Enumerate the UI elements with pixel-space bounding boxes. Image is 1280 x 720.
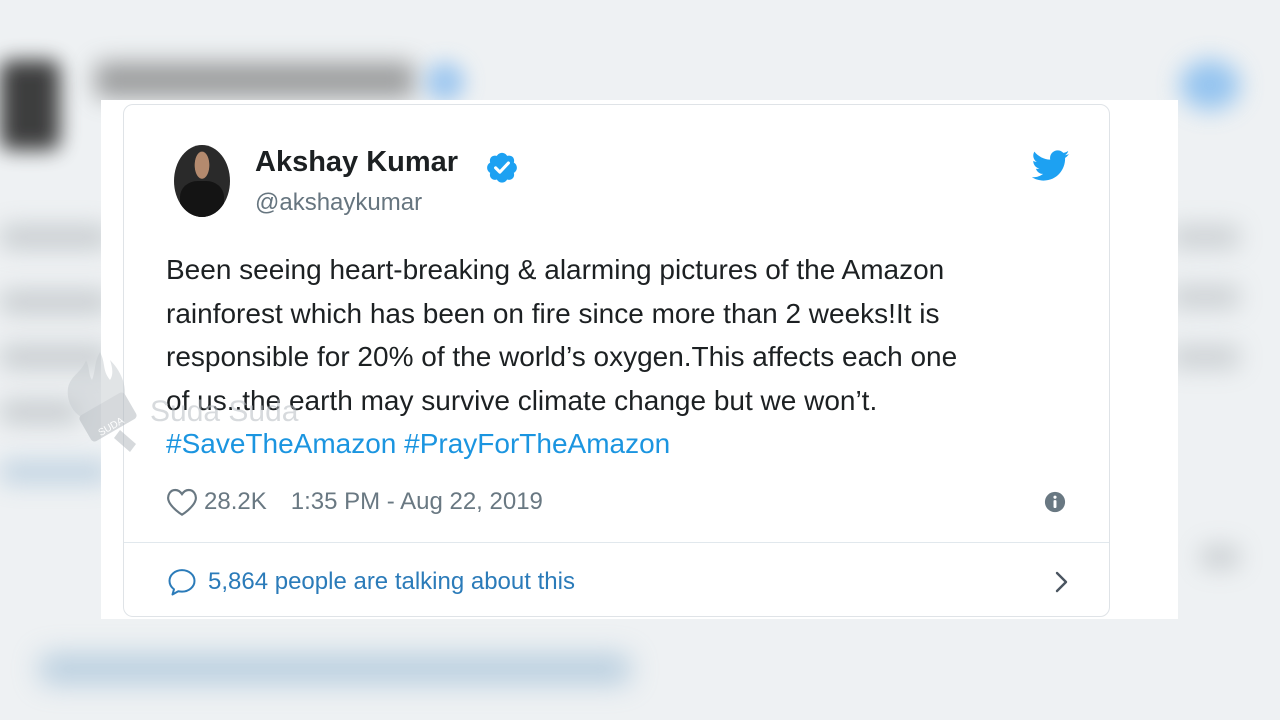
blurred-text-line — [1170, 345, 1240, 369]
avatar-figure — [180, 181, 224, 217]
tweet-body: Been seeing heart-breaking & alarming pi… — [166, 248, 1096, 466]
blurred-text-line — [0, 290, 110, 314]
blurred-icon — [1200, 545, 1240, 569]
watermark-logo: SUDA — [67, 352, 137, 452]
avatar[interactable] — [174, 145, 230, 217]
like-count[interactable]: 28.2K — [204, 488, 267, 516]
display-name[interactable]: Akshay Kumar — [255, 146, 458, 179]
watermark-text: Suda Suda — [150, 395, 299, 428]
verified-badge-icon — [487, 152, 517, 183]
blurred-text-line — [0, 460, 110, 484]
tweet-line: rainforest which has been on fire since … — [166, 297, 940, 329]
twitter-bird-icon[interactable] — [1032, 149, 1070, 183]
blurred-avatar — [0, 60, 60, 150]
blurred-text-line — [0, 225, 110, 249]
blurred-name — [95, 62, 415, 98]
tweet-meta: 28.2K 1:35 PM - Aug 22, 2019 — [166, 485, 543, 519]
timestamp[interactable]: 1:35 PM - Aug 22, 2019 — [291, 488, 543, 516]
blurred-link — [40, 655, 630, 683]
tweet-line: responsible for 20% of the world’s oxyge… — [166, 341, 958, 372]
blurred-badge — [425, 62, 465, 102]
hashtag-line: #SaveTheAmazon #PrayForTheAmazon — [166, 422, 1096, 466]
blurred-bird — [1180, 60, 1240, 110]
hashtag-pray-for-the-amazon[interactable]: #PrayForTheAmazon — [404, 428, 670, 459]
blurred-text-line — [1170, 225, 1240, 249]
blurred-text-line — [1170, 285, 1240, 309]
hashtag-save-the-amazon[interactable]: #SaveTheAmazon — [166, 428, 396, 459]
tweet-line: Been seeing heart-breaking & alarming pi… — [166, 254, 945, 285]
divider — [124, 542, 1109, 543]
tweet-line: of us..the earth may survive climate cha… — [166, 384, 878, 416]
user-handle[interactable]: @akshaykumar — [255, 189, 422, 217]
info-icon[interactable] — [1044, 491, 1066, 513]
chevron-right-icon — [1055, 571, 1068, 593]
conversation-link[interactable]: 5,864 people are talking about this — [166, 565, 1071, 599]
heart-icon[interactable] — [166, 487, 198, 517]
tweet-card: Akshay Kumar @akshaykumar Been seeing he… — [123, 104, 1110, 617]
comment-icon — [168, 569, 196, 596]
conversation-count-label: 5,864 people are talking about this — [208, 568, 575, 595]
